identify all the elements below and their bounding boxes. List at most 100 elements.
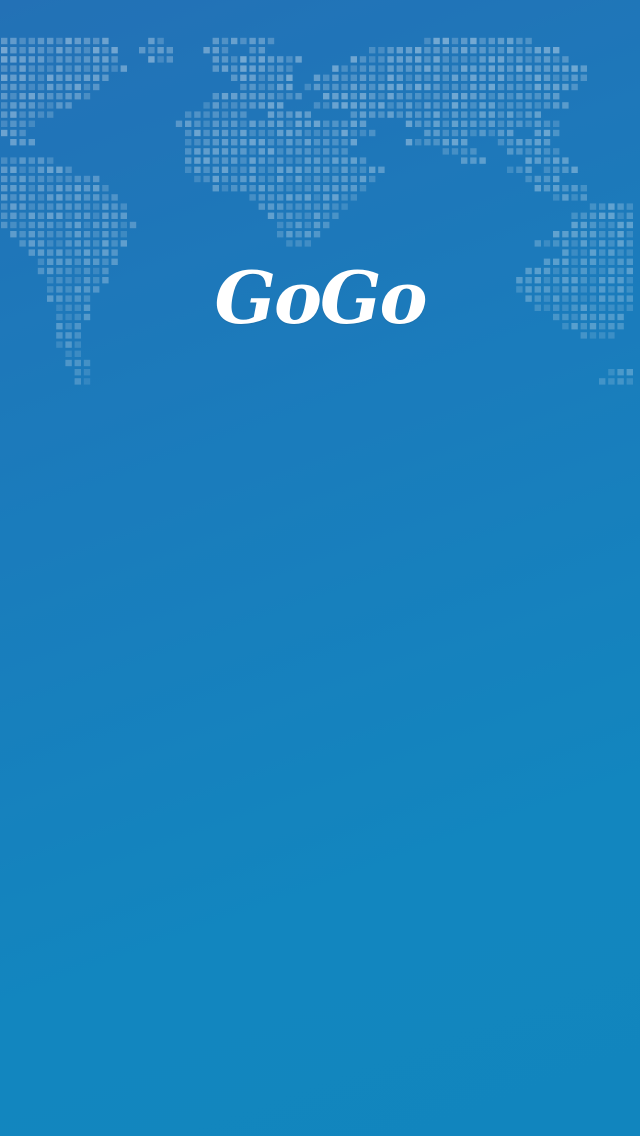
map-dot [470, 56, 477, 63]
map-dot [194, 129, 201, 137]
map-dot [1, 65, 8, 72]
map-dot [534, 157, 541, 164]
map-dot [74, 74, 81, 81]
map-dot [47, 47, 54, 54]
map-dot [451, 102, 459, 109]
map-dot [240, 93, 247, 100]
map-dot [65, 65, 72, 72]
map-dot [304, 221, 311, 229]
map-dot [323, 102, 330, 109]
map-dot [231, 120, 238, 127]
map-dot [369, 47, 376, 54]
map-dot [461, 74, 468, 81]
map-dot [37, 47, 45, 54]
map-dot [553, 175, 560, 183]
map-dot [479, 129, 486, 137]
map-dot [405, 56, 413, 63]
map-dot [267, 148, 275, 155]
map-dot [10, 74, 17, 81]
map-dot [543, 83, 551, 91]
map-dot [10, 212, 17, 219]
map-dot [249, 175, 256, 183]
map-dot [369, 74, 376, 81]
map-dot [249, 166, 256, 173]
map-dot [120, 65, 127, 72]
map-dot [185, 166, 192, 173]
map-dot [534, 56, 541, 63]
map-dot [534, 148, 541, 155]
map-dot [83, 212, 91, 219]
map-dot [74, 249, 81, 256]
map-dot [617, 212, 624, 219]
map-dot [571, 65, 578, 72]
map-dot [433, 93, 440, 100]
map-dot [378, 56, 385, 63]
map-dot [267, 65, 275, 72]
map-dot [19, 185, 26, 192]
map-dot [286, 120, 293, 127]
map-dot [258, 102, 265, 109]
map-dot [323, 221, 330, 229]
map-dot [497, 65, 505, 72]
map-dot [120, 240, 127, 247]
map-dot [28, 221, 35, 229]
map-dot [507, 37, 514, 45]
map-dot [313, 139, 321, 146]
map-dot [359, 120, 367, 127]
map-dot [470, 83, 477, 91]
map-dot [111, 56, 118, 63]
map-dot [433, 47, 440, 54]
map-dot [286, 240, 293, 247]
map-dot [47, 102, 54, 109]
map-dot [341, 148, 348, 155]
map-dot [497, 129, 505, 137]
map-dot [19, 37, 26, 45]
map-dot [451, 56, 459, 63]
map-dot [451, 120, 459, 127]
map-dot [56, 74, 63, 81]
map-dot [313, 231, 321, 238]
map-dot [497, 83, 505, 91]
map-dot [295, 157, 302, 164]
map-dot [304, 148, 311, 155]
map-dot [534, 139, 541, 146]
map-dot [341, 185, 348, 192]
map-dot [286, 175, 293, 183]
map-dot [240, 83, 247, 91]
map-dot [543, 120, 551, 127]
map-dot [295, 185, 302, 192]
map-dot [74, 194, 81, 201]
map-dot [258, 194, 265, 201]
map-dot [433, 129, 440, 137]
map-dot [212, 157, 219, 164]
map-dot [507, 129, 514, 137]
map-dot [185, 129, 192, 137]
map-dot [323, 203, 330, 210]
map-dot [350, 175, 357, 183]
map-dot [543, 240, 551, 247]
map-dot [332, 212, 339, 219]
map-dot [369, 166, 376, 173]
map-dot [461, 93, 468, 100]
map-dot [589, 249, 597, 256]
map-dot [1, 74, 8, 81]
map-dot [74, 83, 81, 91]
map-dot [451, 74, 459, 81]
map-dot [405, 83, 413, 91]
map-dot [93, 203, 100, 210]
map-dot [442, 47, 449, 54]
map-dot [387, 83, 394, 91]
map-dot [415, 102, 422, 109]
map-dot [157, 56, 164, 63]
map-dot [65, 175, 72, 183]
map-dot [507, 102, 514, 109]
map-dot [589, 203, 597, 210]
map-dot [369, 175, 376, 183]
map-dot [488, 37, 495, 45]
map-dot [424, 139, 431, 146]
map-dot [221, 102, 229, 109]
map-dot [313, 148, 321, 155]
map-dot [378, 74, 385, 81]
map-dot [65, 47, 72, 54]
map-dot [442, 74, 449, 81]
